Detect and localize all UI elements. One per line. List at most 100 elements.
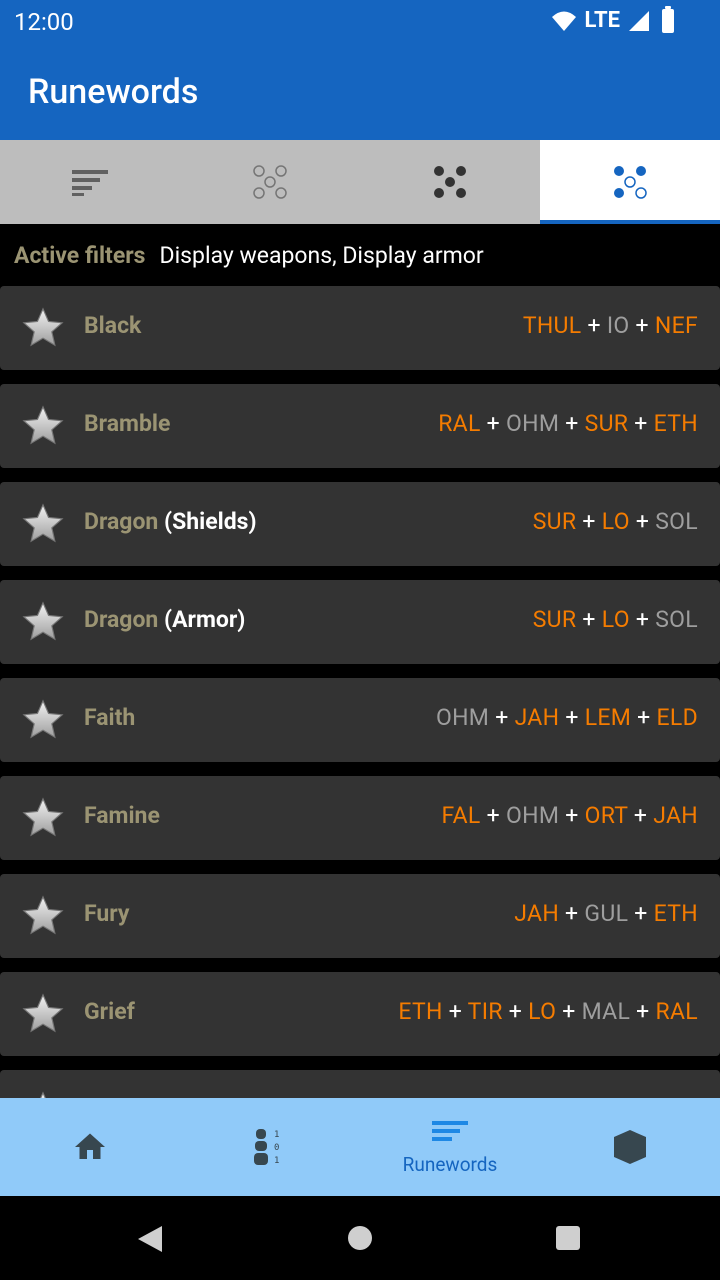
runeword-name-text: Black: [84, 312, 142, 339]
hexagon-icon: [614, 1130, 646, 1164]
star-icon[interactable]: [20, 697, 66, 743]
rune-sequence: JAH + GUL + ETH: [514, 900, 698, 927]
four-dots-filled-icon: [434, 166, 466, 198]
wifi-icon: [551, 11, 576, 31]
runeword-list: Black THUL + IO + NEF Bramble RAL + OHM + S…: [0, 286, 720, 1098]
rune-label: LEM: [584, 704, 632, 731]
runeword-name-text: Fury: [84, 900, 130, 927]
rune-label: ORT: [584, 802, 628, 829]
recents-icon[interactable]: [554, 1224, 582, 1252]
runeword-name: Famine: [84, 802, 160, 829]
runes-binary-icon: 1 0 1: [254, 1129, 279, 1166]
rune-sequence: THUL + IO + NEF: [522, 312, 698, 339]
rune-label: ETH: [398, 998, 443, 1025]
runeword-row[interactable]: Famine FAL + OHM + ORT + JAH: [0, 776, 720, 860]
rune-label: OHM: [435, 704, 490, 731]
runeword-row[interactable]: Black THUL + IO + NEF: [0, 286, 720, 370]
runeword-row[interactable]: Dragon (Shields) SUR + LO + SOL: [0, 482, 720, 566]
active-filters-bar: Active filters Display weapons, Display …: [0, 224, 720, 286]
nav-runewords[interactable]: Runewords: [360, 1098, 540, 1196]
rune-label: SOL: [655, 606, 698, 633]
rune-label: SOL: [655, 508, 698, 535]
nav-runewords-label: Runewords: [402, 1152, 498, 1176]
runeword-name: Black: [84, 312, 141, 339]
rune-label: ELD: [656, 704, 698, 731]
rune-label: LO: [601, 606, 630, 633]
rune-label: OHM: [506, 410, 560, 437]
rune-label: OHM: [505, 802, 560, 829]
rune-label: ETH: [653, 900, 698, 927]
home-circle-icon[interactable]: [346, 1224, 374, 1252]
tab-empty-circles[interactable]: [180, 140, 360, 224]
rune-sequence: FAL + OHM + ORT + JAH: [441, 802, 698, 829]
rune-label: SUR: [532, 508, 577, 535]
rune-sequence: SUR + LO + SOL: [532, 606, 698, 633]
runeword-row[interactable]: Bramble RAL + OHM + SUR + ETH: [0, 384, 720, 468]
runeword-name-text: Dragon: [84, 606, 159, 633]
star-icon[interactable]: [20, 501, 66, 547]
rune-label: JAH: [514, 704, 560, 731]
status-icons: LTE: [551, 8, 650, 33]
rune-label: FAL: [441, 802, 481, 829]
network-type: LTE: [584, 8, 620, 33]
runeword-row-partial[interactable]: [0, 1070, 720, 1098]
nav-home[interactable]: [0, 1098, 180, 1196]
runeword-row[interactable]: Faith OHM + JAH + LEM + ELD: [0, 678, 720, 762]
home-icon: [75, 1133, 105, 1159]
runeword-variant: (Shields): [164, 508, 257, 535]
system-navigation: [0, 1196, 720, 1280]
page-title: Runewords: [28, 72, 199, 112]
rune-label: JAH: [514, 900, 560, 927]
runeword-name-text: Faith: [84, 704, 136, 731]
star-icon[interactable]: [20, 599, 66, 645]
nav-runes[interactable]: 1 0 1: [180, 1098, 360, 1196]
battery-icon: [662, 6, 674, 33]
rune-label: THUL: [522, 312, 582, 339]
app-bar: Runewords: [0, 44, 720, 140]
four-circles-outline-icon: [253, 165, 287, 199]
tab-mixed-dots[interactable]: [540, 140, 720, 224]
runeword-name: Faith: [84, 704, 135, 731]
runeword-name-text: Dragon: [84, 508, 159, 535]
star-icon[interactable]: [20, 795, 66, 841]
tab-filled-dots[interactable]: [360, 140, 540, 224]
rune-label: LO: [528, 998, 557, 1025]
runeword-name-text: Bramble: [84, 410, 171, 437]
rune-sequence: OHM + JAH + LEM + ELD: [435, 704, 698, 731]
back-icon[interactable]: [136, 1224, 164, 1254]
rune-label: IO: [606, 312, 630, 339]
rune-label: TIR: [467, 998, 503, 1025]
rune-label: RAL: [438, 410, 481, 437]
star-icon[interactable]: [20, 1089, 66, 1098]
star-icon[interactable]: [20, 991, 66, 1037]
runeword-name: Dragon (Armor): [84, 606, 245, 633]
svg-text:1: 1: [274, 1130, 279, 1140]
runeword-name-text: Famine: [84, 802, 160, 829]
status-time: 12:00: [14, 8, 74, 36]
runeword-name: Bramble: [84, 410, 170, 437]
runeword-name: Fury: [84, 900, 129, 927]
status-bar: 12:00 LTE: [0, 0, 720, 44]
star-icon[interactable]: [20, 305, 66, 351]
nav-cube[interactable]: [540, 1098, 720, 1196]
bottom-navigation: 1 0 1 Runewords: [0, 1098, 720, 1196]
rune-label: MAL: [581, 998, 631, 1025]
four-dots-mixed-icon: [614, 166, 647, 199]
filters-label: Active filters: [14, 241, 146, 269]
rune-label: ETH: [653, 410, 698, 437]
rune-label: SUR: [532, 606, 577, 633]
signal-icon: [629, 10, 649, 31]
filters-value: Display weapons, Display armor: [159, 241, 484, 269]
sort-lines-icon: [72, 170, 108, 196]
runewords-icon: [432, 1120, 468, 1141]
tab-bar: [0, 140, 720, 224]
runeword-row[interactable]: Grief ETH + TIR + LO + MAL + RAL: [0, 972, 720, 1056]
rune-label: LO: [601, 508, 630, 535]
runeword-row[interactable]: Dragon (Armor) SUR + LO + SOL: [0, 580, 720, 664]
rune-sequence: ETH + TIR + LO + MAL + RAL: [398, 998, 698, 1025]
runeword-row[interactable]: Fury JAH + GUL + ETH: [0, 874, 720, 958]
star-icon[interactable]: [20, 403, 66, 449]
runeword-variant: (Armor): [164, 606, 246, 633]
star-icon[interactable]: [20, 893, 66, 939]
tab-sort[interactable]: [0, 140, 180, 224]
